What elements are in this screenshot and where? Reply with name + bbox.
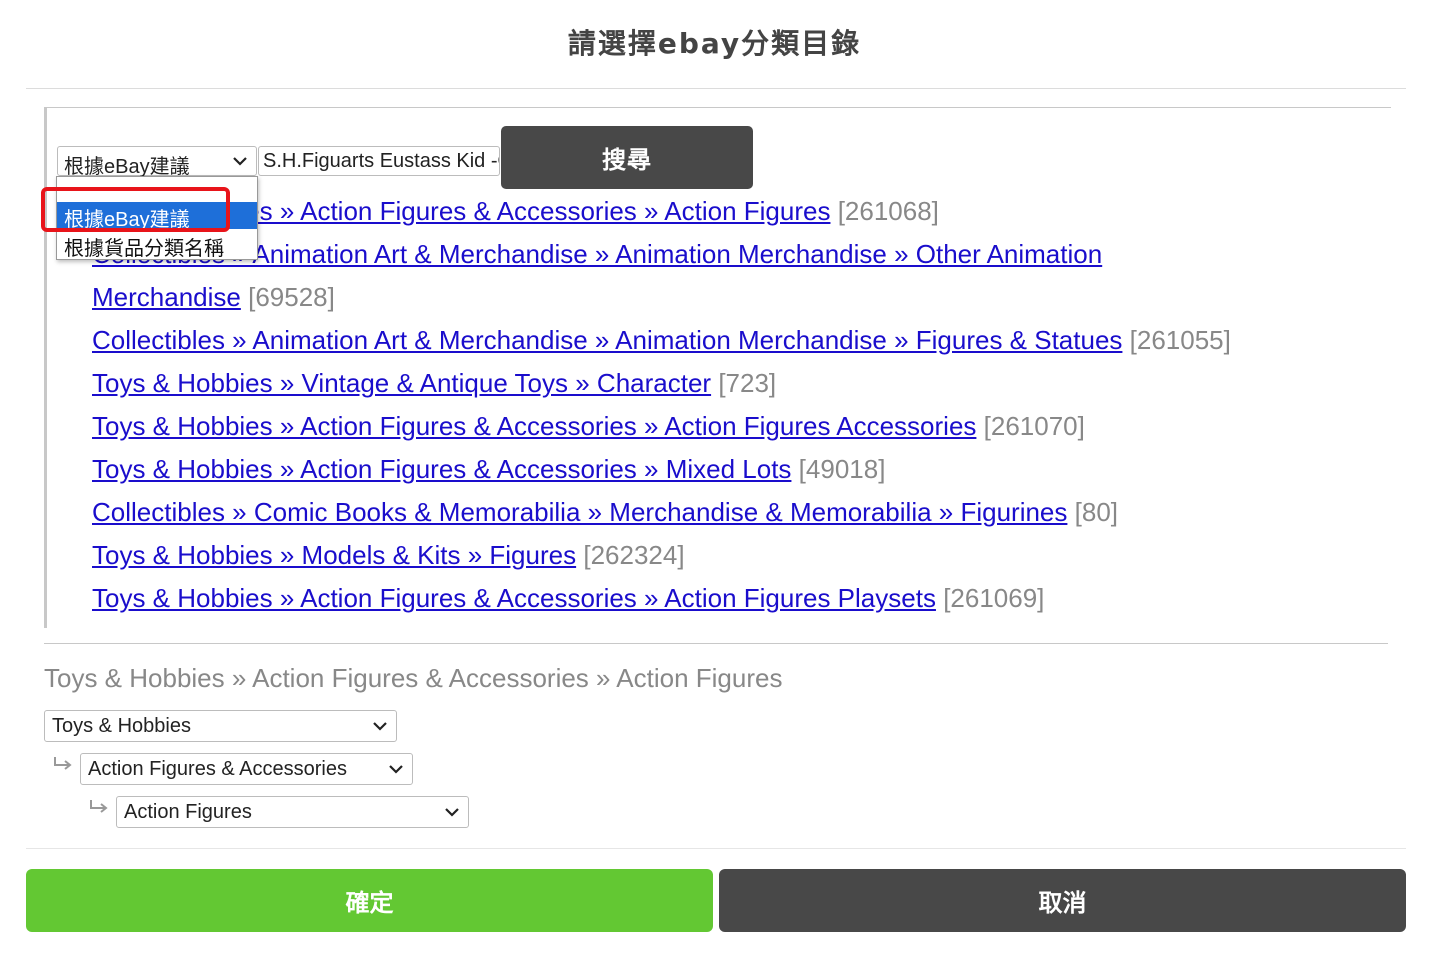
title-divider (26, 88, 1406, 89)
result-count: [723] (718, 368, 777, 398)
result-count: [262324] (583, 540, 685, 570)
result-count: [261069] (943, 583, 1045, 613)
keyword-input[interactable]: S.H.Figuarts Eustass Kid -O (258, 146, 500, 176)
result-row: Toys & Hobbies » Action Figures & Access… (92, 190, 1382, 233)
search-button[interactable]: 搜尋 (501, 126, 753, 189)
result-row: Toys & Hobbies » Action Figures & Access… (92, 405, 1382, 448)
result-link[interactable]: Toys & Hobbies » Models & Kits » Figures (92, 540, 576, 570)
highlight-annotation (41, 187, 230, 232)
chevron-down-icon (389, 765, 403, 774)
result-row: Toys & Hobbies » Action Figures & Access… (92, 448, 1382, 491)
category-level2-select[interactable]: Action Figures & Accessories (80, 753, 413, 785)
category-level3-select[interactable]: Action Figures (116, 796, 469, 828)
category-level1-select[interactable]: Toys & Hobbies (44, 710, 397, 742)
result-link[interactable]: Collectibles » Animation Art & Merchandi… (92, 325, 1122, 355)
chevron-down-icon (373, 722, 387, 731)
result-row: Collectibles » Comic Books & Memorabilia… (92, 491, 1382, 534)
result-count: [261068] (837, 196, 939, 226)
search-mode-selected: 根據eBay建議 (64, 156, 190, 178)
cancel-button[interactable]: 取消 (719, 869, 1406, 932)
footer-divider (26, 848, 1406, 849)
selected-category-breadcrumb: Toys & Hobbies » Action Figures & Access… (44, 663, 783, 693)
result-link[interactable]: Toys & Hobbies » Vintage & Antique Toys … (92, 368, 711, 398)
search-mode-select[interactable]: 根據eBay建議 (57, 146, 257, 178)
result-row: Toys & Hobbies » Models & Kits » Figures… (92, 534, 1382, 577)
results-divider (44, 643, 1388, 644)
category-level2-value: Action Figures & Accessories (88, 758, 347, 780)
sub-level-arrow-icon (90, 800, 108, 813)
confirm-button[interactable]: 確定 (26, 869, 713, 932)
result-row: Collectibles » Animation Art & Merchandi… (92, 233, 1382, 276)
chevron-down-icon (233, 157, 247, 166)
category-level1-value: Toys & Hobbies (52, 715, 191, 737)
chevron-down-icon (445, 808, 459, 817)
dialog-title: 請選擇ebay分類目錄 (567, 27, 862, 60)
dropdown-option-category-name[interactable]: 根據貨品分類名稱 (57, 231, 257, 260)
result-row: Toys & Hobbies » Vintage & Antique Toys … (92, 362, 1382, 405)
result-count: [261070] (983, 411, 1085, 441)
result-link[interactable]: Toys & Hobbies » Action Figures & Access… (92, 583, 936, 613)
result-row-continued: Merchandise [69528] (92, 276, 1382, 319)
sub-level-arrow-icon (54, 757, 72, 770)
result-link[interactable]: Toys & Hobbies » Action Figures & Access… (92, 454, 791, 484)
result-row: Collectibles » Animation Art & Merchandi… (92, 319, 1382, 362)
result-link[interactable]: Toys & Hobbies » Action Figures & Access… (92, 411, 976, 441)
result-count: [49018] (798, 454, 886, 484)
result-link[interactable]: Collectibles » Comic Books & Memorabilia… (92, 497, 1067, 527)
result-count: [69528] (248, 282, 335, 312)
category-results-list: Toys & Hobbies » Action Figures & Access… (92, 190, 1382, 620)
category-level3-value: Action Figures (124, 801, 252, 823)
result-link[interactable]: Merchandise (92, 282, 241, 312)
result-row: Toys & Hobbies » Action Figures & Access… (92, 577, 1382, 620)
result-count: [261055] (1129, 325, 1231, 355)
result-count: [80] (1074, 497, 1119, 527)
